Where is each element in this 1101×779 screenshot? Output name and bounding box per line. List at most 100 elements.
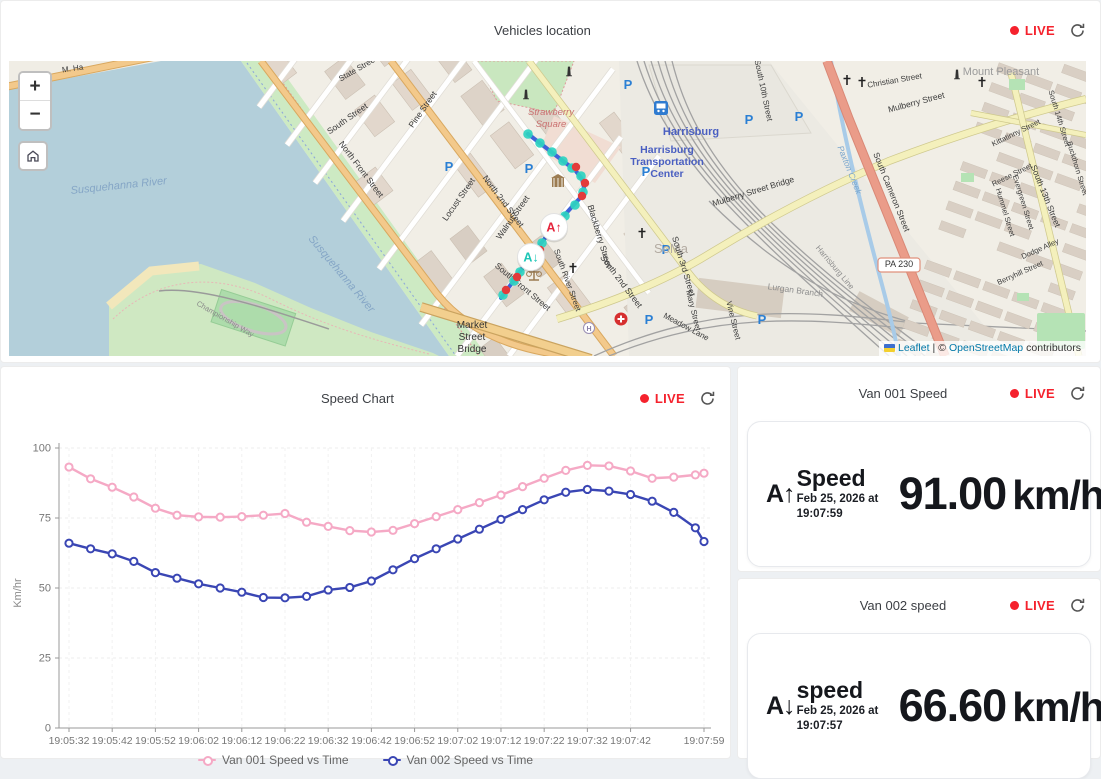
- speed-unit: km/h: [1012, 472, 1101, 519]
- vehicle-marker-label: A↑: [546, 221, 561, 235]
- vehicle-marker[interactable]: A↓: [517, 244, 545, 273]
- chart-legend: Van 001 Speed vs Time Van 002 Speed vs Ti…: [1, 753, 730, 767]
- data-point: [217, 584, 224, 591]
- speed-value: 66.60 km/h: [899, 680, 1101, 732]
- live-label: LIVE: [1025, 23, 1055, 38]
- refresh-button[interactable]: [1069, 385, 1086, 402]
- speed-line-chart: 025507510019:05:3219:05:4219:05:5219:06:…: [1, 403, 732, 751]
- data-point: [649, 475, 656, 482]
- data-point: [109, 550, 116, 557]
- y-tick-label: 0: [45, 723, 51, 735]
- data-point: [700, 470, 707, 477]
- live-label: LIVE: [1025, 386, 1055, 401]
- x-tick-label: 19:06:42: [351, 735, 392, 747]
- data-point: [454, 506, 461, 513]
- data-point: [584, 462, 591, 469]
- y-tick-label: 25: [39, 653, 51, 665]
- data-point: [303, 593, 310, 600]
- data-point: [584, 486, 591, 493]
- data-point: [605, 488, 612, 495]
- refresh-button[interactable]: [1069, 22, 1086, 39]
- parking-icon: P: [795, 109, 804, 124]
- x-tick-label: 19:07:42: [610, 735, 651, 747]
- refresh-button[interactable]: [1069, 597, 1086, 614]
- parking-icon: P: [645, 312, 654, 327]
- speed-number: 91.00: [899, 468, 1007, 520]
- legend-line-icon: [383, 755, 401, 765]
- x-tick-label: 19:06:12: [221, 735, 262, 747]
- data-point: [411, 555, 418, 562]
- data-point: [519, 506, 526, 513]
- x-tick-label: 19:07:02: [437, 735, 478, 747]
- data-point: [476, 526, 483, 533]
- attribution-divider: |: [933, 342, 936, 354]
- map-panel-header: Vehicles location LIVE: [1, 1, 1100, 59]
- map-zoom-out-button[interactable]: −: [20, 101, 50, 129]
- live-badge: LIVE: [1010, 597, 1086, 614]
- data-point: [562, 467, 569, 474]
- map-zoom-in-button[interactable]: +: [20, 73, 50, 101]
- data-point: [368, 528, 375, 535]
- speed-unit: km/h: [1012, 684, 1101, 731]
- x-tick-label: 19:06:32: [308, 735, 349, 747]
- data-point: [130, 558, 137, 565]
- x-tick-label: 19:07:32: [567, 735, 608, 747]
- data-point: [411, 520, 418, 527]
- data-point: [238, 589, 245, 596]
- data-point: [65, 463, 72, 470]
- trail-point-red: [572, 163, 580, 171]
- chart-series: [65, 462, 707, 536]
- data-point: [281, 594, 288, 601]
- map-canvas[interactable]: H PPPPPPPPP Susquehanna RiverSusquehanna…: [9, 61, 1086, 356]
- live-indicator-dot: [1010, 389, 1019, 398]
- data-point: [195, 513, 202, 520]
- bus-station-icon: [654, 101, 668, 115]
- vehicle-marker[interactable]: A↑: [540, 214, 568, 243]
- y-tick-label: 100: [33, 443, 51, 455]
- data-point: [670, 474, 677, 481]
- data-point: [346, 527, 353, 534]
- trail-point-red: [581, 179, 589, 187]
- data-point: [670, 509, 677, 516]
- hotel-icon: H: [584, 323, 595, 334]
- data-point: [454, 535, 461, 542]
- data-point: [325, 586, 332, 593]
- parking-icon: P: [745, 112, 754, 127]
- trail-point-red: [513, 273, 521, 281]
- speed-chart-panel: Speed Chart LIVE 025507510019:05:3219:05…: [0, 366, 731, 759]
- data-point: [433, 545, 440, 552]
- data-point: [346, 584, 353, 591]
- map-home-button[interactable]: [18, 141, 48, 171]
- live-indicator-dot: [1010, 601, 1019, 610]
- leaflet-link[interactable]: Leaflet: [898, 342, 930, 354]
- speed-number: 66.60: [899, 680, 1007, 732]
- data-point: [65, 540, 72, 547]
- parking-icon: P: [525, 161, 534, 176]
- map-label: Bridge: [458, 344, 487, 355]
- refresh-icon: [1069, 22, 1086, 39]
- legend-item[interactable]: Van 001 Speed vs Time: [198, 753, 349, 767]
- legend-item[interactable]: Van 002 Speed vs Time: [383, 753, 534, 767]
- live-indicator-dot: [640, 394, 649, 403]
- data-point: [87, 475, 94, 482]
- trail-point-teal: [535, 138, 545, 148]
- copyright-symbol: ©: [938, 342, 946, 354]
- data-point: [433, 513, 440, 520]
- live-indicator-dot: [1010, 26, 1019, 35]
- map-label: Strawberry: [528, 107, 575, 118]
- x-tick-label: 19:05:52: [135, 735, 176, 747]
- hospital-icon: [615, 313, 628, 326]
- van-001-speed-panel: Van 001 Speed LIVE A↑ Speed Feb 25, 2026…: [737, 366, 1101, 572]
- data-point: [152, 569, 159, 576]
- x-tick-label: 19:06:22: [265, 735, 306, 747]
- osm-link[interactable]: OpenStreetMap: [949, 342, 1023, 354]
- trail-point-teal: [523, 129, 533, 139]
- x-tick-label: 19:06:02: [178, 735, 219, 747]
- speed-metric-card: A↓ speed Feb 25, 2026 at 19:07:57 66.60 …: [747, 633, 1091, 779]
- y-tick-label: 50: [39, 583, 51, 595]
- data-point: [325, 523, 332, 530]
- metric-timestamp: Feb 25, 2026 at 19:07:59: [797, 492, 885, 522]
- trail-point-red: [578, 192, 586, 200]
- data-point: [562, 489, 569, 496]
- map-zoom-control: + −: [18, 71, 52, 131]
